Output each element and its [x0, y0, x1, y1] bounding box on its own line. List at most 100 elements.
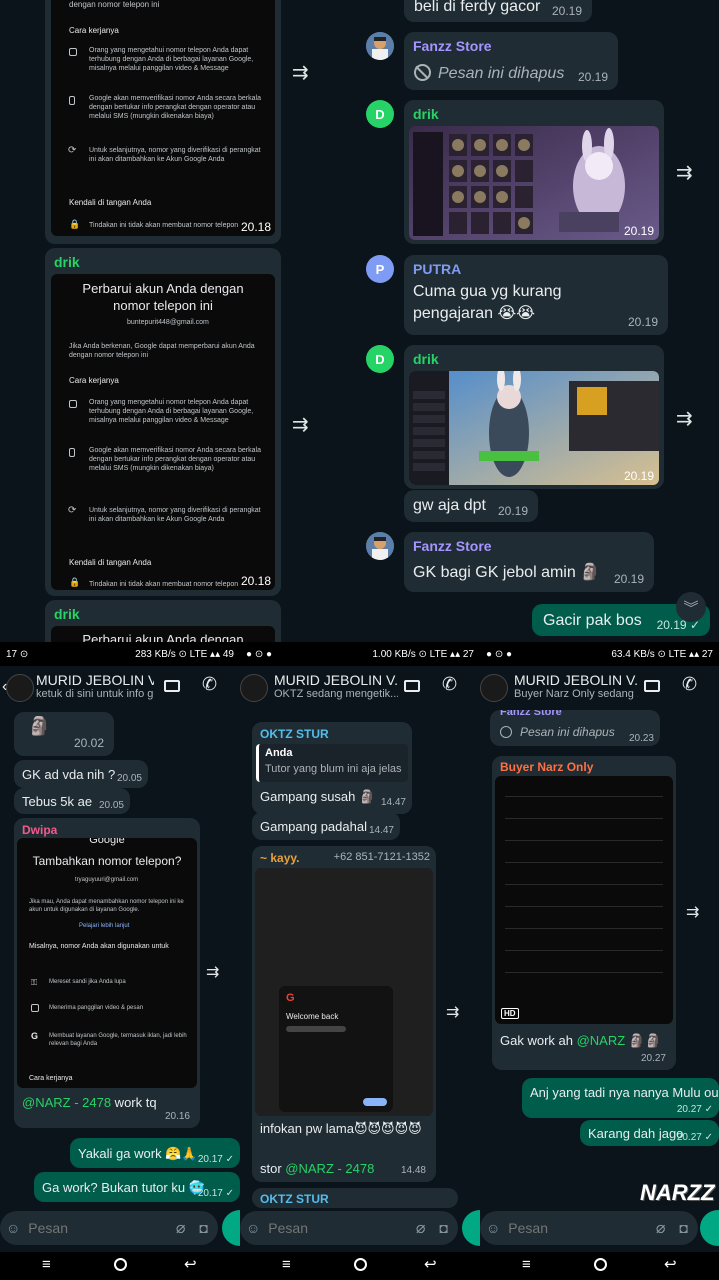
- forward-icon[interactable]: ⇉: [676, 406, 693, 431]
- back-nav-icon[interactable]: ↩: [424, 1255, 437, 1273]
- message-bubble[interactable]: GK ad vda nih ? 20.05: [14, 760, 148, 788]
- menu-nav-icon[interactable]: ≡: [282, 1256, 291, 1273]
- emoji-icon[interactable]: ☺: [6, 1220, 20, 1236]
- group-avatar[interactable]: [6, 674, 34, 702]
- message-bubble-outgoing[interactable]: Ga work? Bukan tutor ku 🥶 20.17 ✓: [34, 1172, 240, 1202]
- quoted-text: Tutor yang blum ini aja jelas: [265, 763, 402, 775]
- sender-name: drik: [413, 351, 439, 367]
- image-message[interactable]: drik 20.19: [404, 345, 664, 489]
- message-bubble[interactable]: Tebus 5k ae 20.05: [14, 788, 130, 814]
- phone-call-icon[interactable]: ✆: [202, 674, 217, 695]
- sender-name: PUTRA: [413, 261, 462, 277]
- forward-icon[interactable]: ⇉: [292, 60, 309, 85]
- attach-icon[interactable]: ⌀: [416, 1218, 426, 1238]
- emoji-icon[interactable]: ☺: [486, 1220, 500, 1236]
- emoji-icon[interactable]: ☺: [246, 1220, 260, 1236]
- quoted-message[interactable]: Anda Tutor yang blum ini aja jelas: [256, 744, 408, 782]
- mention[interactable]: @NARZ: [577, 1033, 626, 1048]
- message-bubble[interactable]: Fanzz Store Pesan ini dihapus 20.23: [490, 710, 660, 746]
- message-bubble-outgoing[interactable]: Anj yang tadi nya nanya Mulu ouq 20.27 ✓: [522, 1078, 719, 1118]
- video-call-icon[interactable]: [644, 680, 660, 692]
- image-message[interactable]: drik 20.19: [404, 100, 664, 244]
- mention[interactable]: @NARZ - 2478: [22, 1095, 111, 1110]
- home-nav-icon[interactable]: [594, 1258, 607, 1271]
- scroll-down-button[interactable]: ︾: [676, 592, 706, 622]
- message-bubble[interactable]: gw aja dpt 20.19: [404, 490, 538, 522]
- message-bubble[interactable]: Fanzz Store Pesan ini dihapus 20.19: [404, 32, 618, 90]
- guide-section-control: Kendali di tangan Anda: [69, 198, 152, 207]
- avatar-drik[interactable]: D: [366, 345, 394, 373]
- forward-icon[interactable]: ⇉: [206, 962, 219, 982]
- stor-text: stor: [260, 1161, 286, 1176]
- menu-nav-icon[interactable]: ≡: [522, 1256, 531, 1273]
- guide-message-2[interactable]: drik Perbarui akun Anda dengan nomor tel…: [45, 248, 281, 596]
- message-input[interactable]: [268, 1220, 389, 1236]
- attach-icon[interactable]: ⌀: [176, 1218, 186, 1238]
- game-lobby-image[interactable]: [409, 371, 659, 485]
- video-call-icon[interactable]: [164, 680, 180, 692]
- phone-call-icon[interactable]: ✆: [682, 674, 697, 695]
- group-avatar[interactable]: [240, 674, 268, 702]
- image-message[interactable]: ~ kayy. +62 851-7121-1352 G Welcome back…: [252, 846, 436, 1182]
- message-input-bar[interactable]: ☺ ⌀ ◘: [240, 1211, 458, 1245]
- chat-header[interactable]: MURID JEBOLIN V... OKTZ sedang mengetik.…: [240, 666, 480, 710]
- camera-icon[interactable]: ◘: [200, 1220, 208, 1236]
- avatar-fanzz[interactable]: [366, 32, 394, 60]
- game-inventory-image[interactable]: [409, 126, 659, 240]
- home-nav-icon[interactable]: [354, 1258, 367, 1271]
- reply-message[interactable]: OKTZ STUR Anda Tutor yang blum ini aja j…: [252, 722, 412, 814]
- message-bubble[interactable]: Fanzz Store GK bagi GK jebol amin 🗿 20.1…: [404, 532, 654, 592]
- message-input-bar[interactable]: ☺ ⌀ ◘: [0, 1211, 218, 1245]
- attach-icon[interactable]: ⌀: [656, 1218, 666, 1238]
- chat-header[interactable]: ‹ MURID JEBOLIN V... ketuk di sini untuk…: [0, 666, 240, 710]
- watermark-logo: NARZZ: [640, 1180, 715, 1205]
- sender-name: drik: [413, 106, 439, 122]
- guide-item-2: Google akan memverifikasi nomor Anda sec…: [89, 95, 261, 120]
- sticker-message[interactable]: 🗿 20.02: [14, 712, 114, 756]
- message-bubble[interactable]: OKTZ STUR: [252, 1188, 458, 1208]
- status-right: 63.4 KB/s ⊙ LTE ▴▴ 27: [611, 648, 713, 660]
- camera-icon[interactable]: ◘: [680, 1220, 688, 1236]
- google-g-icon: G: [286, 992, 295, 1004]
- guide-message-3[interactable]: drik Perbarui akun Anda dengan: [45, 600, 281, 642]
- group-avatar[interactable]: [480, 674, 508, 702]
- avatar-drik[interactable]: D: [366, 100, 394, 128]
- message-bubble-outgoing[interactable]: Yakali ga work 😤🙏 20.17 ✓: [70, 1138, 240, 1168]
- message-text: Karang dah jago: [588, 1126, 684, 1141]
- message-input[interactable]: [508, 1220, 629, 1236]
- message-text: Yakali ga work 😤🙏: [78, 1146, 198, 1161]
- message-bubble-outgoing[interactable]: Karang dah jago 20.27 ✓: [580, 1120, 719, 1146]
- chat-header[interactable]: MURID JEBOLIN V... Buyer Narz Only sedan…: [480, 666, 719, 710]
- message-bubble[interactable]: Gampang padahal 14.47: [252, 812, 400, 840]
- phone-call-icon[interactable]: ✆: [442, 674, 457, 695]
- video-call-icon[interactable]: [404, 680, 420, 692]
- message-input[interactable]: [28, 1220, 149, 1236]
- message-bubble[interactable]: PUTRA Cuma gua yg kurang pengajaran 😭😭 2…: [404, 255, 668, 335]
- message-bubble[interactable]: beli di ferdy gacor 20.19: [404, 0, 592, 22]
- status-bar: 17 ⊙ 283 KB/s ⊙ LTE ▴▴ 49: [0, 642, 240, 666]
- message-time: 20.18: [240, 220, 271, 234]
- top-chat-area: dengan nomor telepon ini Cara kerjanya O…: [0, 0, 719, 642]
- message-text: gw aja dpt: [413, 497, 486, 514]
- forward-icon[interactable]: ⇉: [292, 412, 309, 437]
- home-nav-icon[interactable]: [114, 1258, 127, 1271]
- back-nav-icon[interactable]: ↩: [664, 1255, 677, 1273]
- guide-message-1[interactable]: dengan nomor telepon ini Cara kerjanya O…: [45, 0, 281, 244]
- mention[interactable]: @NARZ - 2478: [285, 1161, 374, 1176]
- forward-icon[interactable]: ⇉: [676, 160, 693, 185]
- phone-icon: [69, 448, 75, 457]
- back-nav-icon[interactable]: ↩: [184, 1255, 197, 1273]
- image-message[interactable]: Buyer Narz Only HD Gak work ah @NARZ 🗿🗿 …: [492, 756, 676, 1070]
- menu-nav-icon[interactable]: ≡: [42, 1256, 51, 1273]
- avatar-fanzz[interactable]: [366, 532, 394, 560]
- sender-name: drik: [54, 254, 80, 270]
- image-message[interactable]: Dwipa Google Tambahkan nomor telepon? tr…: [14, 818, 200, 1128]
- avatar-putra[interactable]: P: [366, 255, 394, 283]
- learn-more-link[interactable]: Pelajari lebih lanjut: [79, 922, 129, 931]
- message-input-bar[interactable]: ☺ ⌀ ◘: [480, 1211, 698, 1245]
- forward-icon[interactable]: ⇉: [686, 902, 699, 922]
- guide-control-text: Tindakan ini tidak akan membuat nomor te…: [89, 581, 239, 588]
- camera-icon[interactable]: ◘: [440, 1220, 448, 1236]
- forward-icon[interactable]: ⇉: [446, 1002, 459, 1022]
- sender-name: OKTZ STUR: [260, 727, 329, 741]
